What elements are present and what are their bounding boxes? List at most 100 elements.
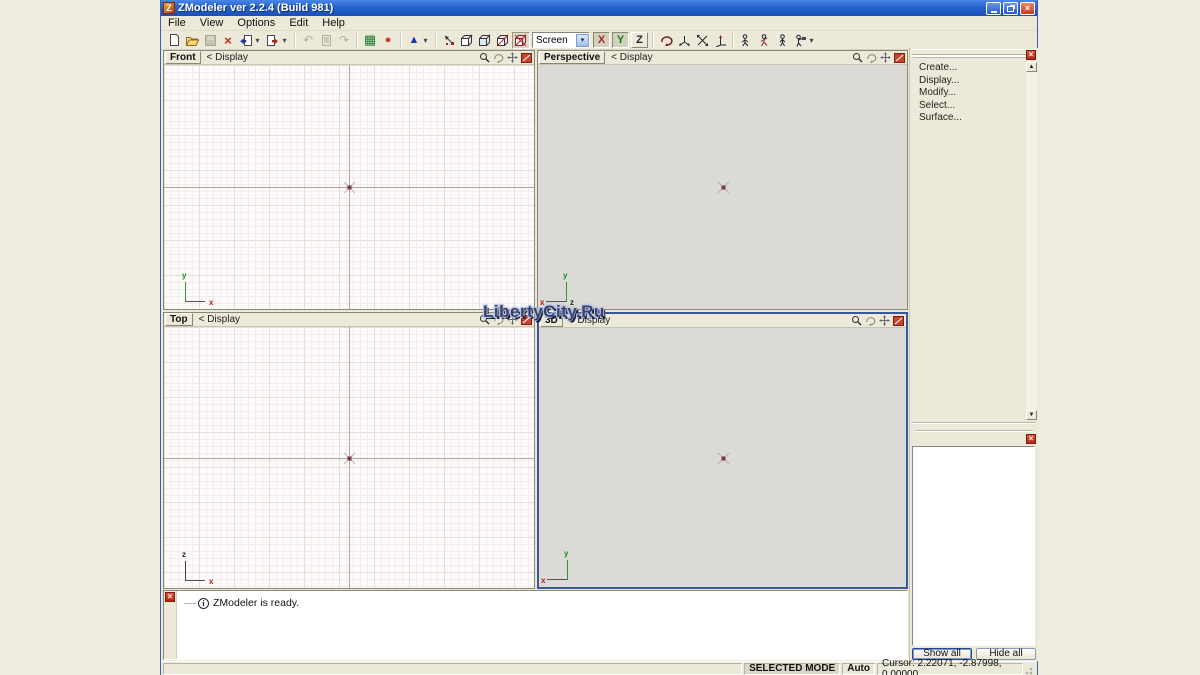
extra-tools-dropdown[interactable]: ▾ xyxy=(809,32,818,49)
command-select[interactable]: Select... xyxy=(919,100,962,112)
axis-x-button[interactable]: X xyxy=(593,32,610,48)
render-sphere-button[interactable]: ● xyxy=(379,32,397,49)
material-editor-button[interactable]: ▦ xyxy=(361,32,379,49)
commands-scrollbar[interactable]: ▲ ▼ xyxy=(1026,62,1037,420)
viewport-top-display-menu[interactable]: < Display xyxy=(193,314,240,325)
zoom-tool-button[interactable] xyxy=(850,315,863,327)
faces-mode-button[interactable] xyxy=(476,32,494,49)
objects-mode-button[interactable] xyxy=(494,32,512,49)
axis-z-button[interactable]: Z xyxy=(631,32,648,48)
pan-tool-button[interactable] xyxy=(879,52,892,64)
pose-button[interactable] xyxy=(773,32,791,49)
viewport-perspective-canvas[interactable]: y x z xyxy=(538,65,907,309)
viewport-front-tab[interactable]: Front xyxy=(165,51,201,64)
scale-gizmo-button[interactable] xyxy=(693,32,711,49)
minimize-button[interactable] xyxy=(986,2,1001,15)
command-modify[interactable]: Modify... xyxy=(919,87,962,99)
zoom-tool-button[interactable] xyxy=(851,52,864,64)
faces-cube-icon xyxy=(478,34,492,47)
undo-button[interactable]: ↶ xyxy=(299,32,317,49)
move-gizmo-button[interactable] xyxy=(675,32,693,49)
primitive-dropdown[interactable]: ▾ xyxy=(423,32,432,49)
viewport-perspective-display-menu[interactable]: < Display xyxy=(605,52,652,63)
panel-gripper[interactable] xyxy=(912,49,1036,55)
close-button[interactable]: × xyxy=(1020,2,1035,15)
command-create[interactable]: Create... xyxy=(919,62,962,74)
animation-button[interactable] xyxy=(755,32,773,49)
minimize-icon xyxy=(991,11,997,13)
delete-button[interactable]: × xyxy=(219,32,237,49)
orbit-tool-button[interactable] xyxy=(864,315,877,327)
objects-list[interactable] xyxy=(912,446,1035,646)
viewport-top: Top < Display z x xyxy=(163,312,535,589)
desktop: Z ZModeler ver 2.2.4 (Build 981) × File … xyxy=(0,0,1200,675)
scroll-down-button[interactable]: ▼ xyxy=(1026,410,1037,420)
viewport-front-canvas[interactable]: y x xyxy=(164,65,534,309)
resize-grip[interactable] xyxy=(1025,663,1035,675)
cone-icon: ▲ xyxy=(409,34,420,46)
close-objects-panel-button[interactable]: × xyxy=(1026,434,1036,444)
pan-arrows-icon xyxy=(880,52,891,63)
scale-gizmo-icon xyxy=(696,34,709,47)
screen-mode-value: Screen xyxy=(536,35,568,46)
open-file-button[interactable] xyxy=(183,32,201,49)
maximize-viewport-button[interactable] xyxy=(893,52,906,64)
title-bar[interactable]: Z ZModeler ver 2.2.4 (Build 981) × xyxy=(161,0,1037,16)
viewport-top-tab[interactable]: Top xyxy=(165,313,193,326)
close-log-button[interactable]: × xyxy=(165,592,175,602)
menu-edit[interactable]: Edit xyxy=(282,16,315,30)
new-file-icon xyxy=(168,33,181,47)
history-button[interactable] xyxy=(317,32,335,49)
save-button[interactable] xyxy=(201,32,219,49)
walk-figure-icon xyxy=(758,34,771,47)
export-button[interactable] xyxy=(264,32,282,49)
status-mode[interactable]: SELECTED MODE xyxy=(744,663,840,675)
edges-mode-button[interactable] xyxy=(458,32,476,49)
menu-options[interactable]: Options xyxy=(230,16,282,30)
menu-file[interactable]: File xyxy=(161,16,193,30)
new-file-button[interactable] xyxy=(165,32,183,49)
export-dropdown[interactable]: ▾ xyxy=(282,32,291,49)
orbit-tool-button[interactable] xyxy=(492,52,505,64)
viewport-3d-canvas[interactable]: y x xyxy=(539,328,906,587)
screen-mode-select[interactable]: Screen ▾ xyxy=(532,32,590,48)
redo-button[interactable]: ↷ xyxy=(335,32,353,49)
redo-icon: ↷ xyxy=(339,33,349,47)
axes-gizmo-button[interactable] xyxy=(711,32,729,49)
panel-splitter[interactable] xyxy=(912,422,1036,430)
open-folder-icon xyxy=(185,34,200,47)
viewport-front-display-menu[interactable]: < Display xyxy=(201,52,248,63)
close-commands-panel-button[interactable]: × xyxy=(1026,50,1036,60)
bones-button[interactable] xyxy=(737,32,755,49)
log-message: ZModeler is ready. xyxy=(213,597,299,609)
selected-mode-button[interactable] xyxy=(512,32,530,49)
pose-figure-icon xyxy=(776,34,789,47)
status-auto[interactable]: Auto xyxy=(842,663,875,675)
orbit-tool-button[interactable] xyxy=(865,52,878,64)
viewport-top-canvas[interactable]: z x xyxy=(164,327,534,588)
pan-tool-button[interactable] xyxy=(506,52,519,64)
vertices-mode-button[interactable] xyxy=(440,32,458,49)
command-display[interactable]: Display... xyxy=(919,75,962,87)
material-grid-icon: ▦ xyxy=(364,32,376,48)
restore-button[interactable] xyxy=(1003,2,1018,15)
maximize-viewport-button[interactable] xyxy=(892,315,905,327)
menu-view[interactable]: View xyxy=(193,16,231,30)
figure-flag-icon xyxy=(794,34,807,47)
rotate-gizmo-button[interactable] xyxy=(657,32,675,49)
import-button[interactable] xyxy=(237,32,255,49)
dropdown-arrow-icon: ▾ xyxy=(424,36,432,45)
dropdown-arrow-icon: ▾ xyxy=(810,36,818,45)
menu-help[interactable]: Help xyxy=(315,16,352,30)
command-surface[interactable]: Surface... xyxy=(919,112,962,124)
zoom-tool-button[interactable] xyxy=(478,52,491,64)
status-spacer xyxy=(163,663,742,675)
axis-y-button[interactable]: Y xyxy=(612,32,629,48)
pan-tool-button[interactable] xyxy=(878,315,891,327)
primitive-button[interactable]: ▲ xyxy=(405,32,423,49)
scroll-up-button[interactable]: ▲ xyxy=(1026,62,1037,72)
extra-tools-button[interactable] xyxy=(791,32,809,49)
maximize-viewport-button[interactable] xyxy=(520,52,533,64)
import-dropdown[interactable]: ▾ xyxy=(255,32,264,49)
viewport-perspective-tab[interactable]: Perspective xyxy=(539,51,605,64)
